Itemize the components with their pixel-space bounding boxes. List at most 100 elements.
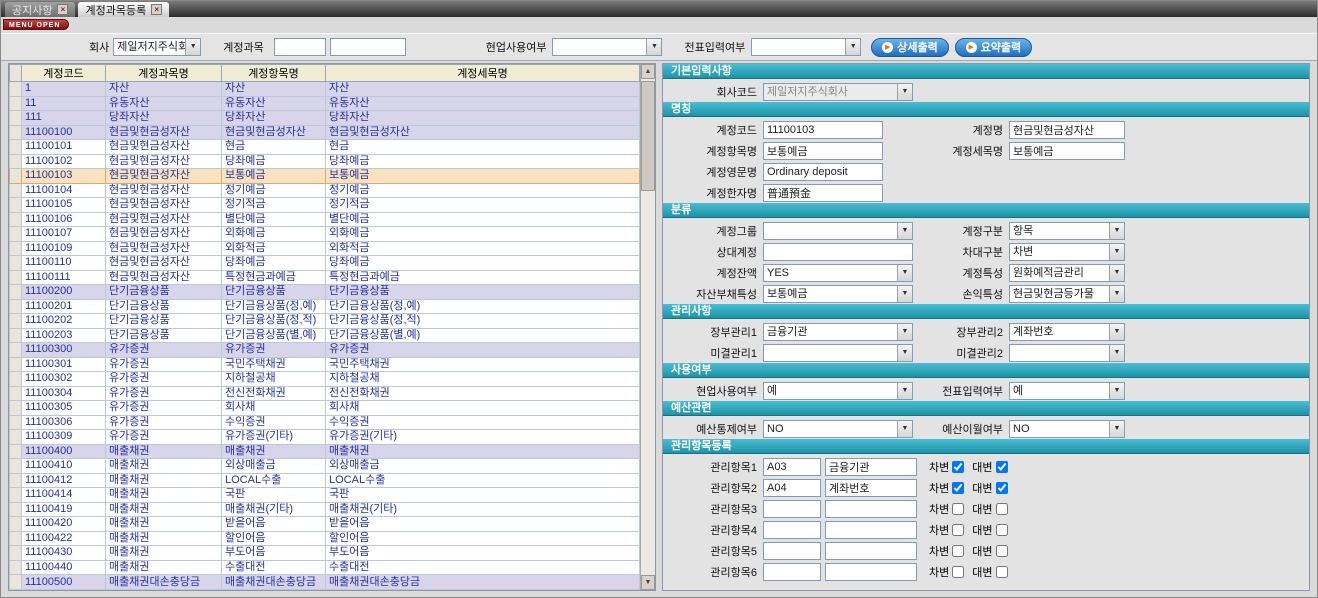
credit-checkbox[interactable] bbox=[996, 461, 1008, 473]
row-selector[interactable] bbox=[10, 517, 22, 532]
row-selector[interactable] bbox=[10, 314, 22, 329]
tab-notice[interactable]: 공지사항 × bbox=[5, 2, 75, 17]
slip-use-select[interactable]: ▼ bbox=[751, 38, 861, 56]
mgmt-item5-code-input[interactable] bbox=[763, 542, 821, 560]
company-select[interactable]: 제일저지주식회사 ▼ bbox=[113, 38, 201, 56]
table-row[interactable]: 11100430매출채권부도어음부도어음 bbox=[10, 546, 640, 561]
row-selector[interactable] bbox=[10, 169, 22, 184]
table-row[interactable]: 11유동자산유동자산유동자산 bbox=[10, 96, 640, 111]
table-row[interactable]: 11100203단기금융상품단기금융상품(별,예)단기금융상품(별,예) bbox=[10, 328, 640, 343]
table-row[interactable]: 11100109현금및현금성자산외화적금외화적금 bbox=[10, 241, 640, 256]
row-selector[interactable] bbox=[10, 183, 22, 198]
account-trait-select[interactable]: 원화예적금관리 ▼ bbox=[1009, 264, 1125, 282]
mgmt-item6-name-input[interactable] bbox=[825, 563, 917, 581]
table-row[interactable]: 11100301유가증권국민주택채권국민주택채권 bbox=[10, 357, 640, 372]
account-name-input[interactable] bbox=[330, 38, 406, 56]
table-row[interactable]: 11100414매출채권국판국판 bbox=[10, 488, 640, 503]
row-selector[interactable] bbox=[10, 473, 22, 488]
table-row[interactable]: 1자산자산자산 bbox=[10, 82, 640, 97]
budget-control-select[interactable]: NO ▼ bbox=[763, 420, 913, 438]
row-selector[interactable] bbox=[10, 459, 22, 474]
table-row[interactable]: 11100412매출채권LOCAL수출LOCAL수출 bbox=[10, 473, 640, 488]
table-row[interactable]: 11100302유가증권지하철공채지하철공채 bbox=[10, 372, 640, 387]
debit-checkbox[interactable] bbox=[952, 503, 964, 515]
field-use-detail-select[interactable]: 예 ▼ bbox=[763, 382, 913, 400]
summary-print-button[interactable]: ▶ 요약출력 bbox=[955, 38, 1032, 57]
field-use-select[interactable]: ▼ bbox=[552, 38, 662, 56]
table-row[interactable]: 11100103현금및현금성자산보통예금보통예금 bbox=[10, 169, 640, 184]
row-selector[interactable] bbox=[10, 372, 22, 387]
table-row[interactable]: 11100110현금및현금성자산당좌예금당좌예금 bbox=[10, 256, 640, 271]
table-row[interactable]: 11100107현금및현금성자산외화예금외화예금 bbox=[10, 227, 640, 242]
row-selector[interactable] bbox=[10, 256, 22, 271]
account-name-field[interactable] bbox=[1009, 121, 1125, 139]
row-selector[interactable] bbox=[10, 111, 22, 126]
scrollbar-track[interactable] bbox=[641, 79, 655, 575]
table-row[interactable]: 11100500매출채권대손충당금매출채권대손충당금매출채권대손충당금 bbox=[10, 575, 640, 590]
row-selector[interactable] bbox=[10, 531, 22, 546]
table-row[interactable]: 11100304유가증권전신전화채권전신전화채권 bbox=[10, 386, 640, 401]
contra-account-field[interactable] bbox=[763, 243, 913, 261]
close-icon[interactable]: × bbox=[151, 4, 162, 15]
row-selector[interactable] bbox=[10, 154, 22, 169]
row-selector[interactable] bbox=[10, 488, 22, 503]
asset-liability-trait-select[interactable]: 보통예금 ▼ bbox=[763, 285, 913, 303]
row-selector[interactable] bbox=[10, 241, 22, 256]
account-type-select[interactable]: 항목 ▼ bbox=[1009, 222, 1125, 240]
scrollbar-thumb[interactable] bbox=[641, 81, 655, 191]
row-selector[interactable] bbox=[10, 401, 22, 416]
budget-carryover-select[interactable]: NO ▼ bbox=[1009, 420, 1125, 438]
row-selector[interactable] bbox=[10, 96, 22, 111]
mgmt-item5-name-input[interactable] bbox=[825, 542, 917, 560]
vertical-scrollbar[interactable]: ▲ ▼ bbox=[640, 64, 655, 590]
table-row[interactable]: 11100306유가증권수익증권수익증권 bbox=[10, 415, 640, 430]
mgmt-item4-code-input[interactable] bbox=[763, 521, 821, 539]
table-row[interactable]: 11100105현금및현금성자산정기적금정기적금 bbox=[10, 198, 640, 213]
tab-account-registration[interactable]: 계정과목등록 × bbox=[78, 2, 169, 17]
table-row[interactable]: 11100400매출채권매출채권매출채권 bbox=[10, 444, 640, 459]
detail-print-button[interactable]: ▶ 상세출력 bbox=[871, 38, 948, 57]
row-selector[interactable] bbox=[10, 546, 22, 561]
row-selector[interactable] bbox=[10, 415, 22, 430]
account-code-input[interactable] bbox=[274, 38, 326, 56]
debit-checkbox[interactable] bbox=[952, 566, 964, 578]
mgmt-item4-name-input[interactable] bbox=[825, 521, 917, 539]
table-row[interactable]: 11100419매출채권매출채권(기타)매출채권(기타) bbox=[10, 502, 640, 517]
debit-checkbox[interactable] bbox=[952, 545, 964, 557]
table-row[interactable]: 11100106현금및현금성자산별단예금별단예금 bbox=[10, 212, 640, 227]
open-mgmt1-select[interactable]: ▼ bbox=[763, 344, 913, 362]
slip-use-detail-select[interactable]: 예 ▼ bbox=[1009, 382, 1125, 400]
account-balance-select[interactable]: YES ▼ bbox=[763, 264, 913, 282]
debit-checkbox[interactable] bbox=[952, 524, 964, 536]
row-selector[interactable] bbox=[10, 140, 22, 155]
open-mgmt2-select[interactable]: ▼ bbox=[1009, 344, 1125, 362]
row-selector[interactable] bbox=[10, 560, 22, 575]
row-selector[interactable] bbox=[10, 82, 22, 97]
row-selector[interactable] bbox=[10, 386, 22, 401]
account-code-field[interactable] bbox=[763, 121, 883, 139]
account-item-field[interactable] bbox=[763, 142, 883, 160]
row-selector[interactable] bbox=[10, 198, 22, 213]
credit-checkbox[interactable] bbox=[996, 566, 1008, 578]
row-selector[interactable] bbox=[10, 328, 22, 343]
row-selector[interactable] bbox=[10, 125, 22, 140]
table-row[interactable]: 11100309유가증권유가증권(기타)유가증권(기타) bbox=[10, 430, 640, 445]
scroll-up-icon[interactable]: ▲ bbox=[641, 64, 655, 79]
table-row[interactable]: 11100410매출채권외상매출금외상매출금 bbox=[10, 459, 640, 474]
row-selector[interactable] bbox=[10, 270, 22, 285]
row-selector[interactable] bbox=[10, 227, 22, 242]
account-english-field[interactable] bbox=[763, 163, 883, 181]
debit-credit-select[interactable]: 차변 ▼ bbox=[1009, 243, 1125, 261]
account-hanja-field[interactable] bbox=[763, 184, 883, 202]
table-row[interactable]: 11100111현금및현금성자산특정현금과예금특정현금과예금 bbox=[10, 270, 640, 285]
row-selector[interactable] bbox=[10, 430, 22, 445]
row-selector[interactable] bbox=[10, 444, 22, 459]
row-selector[interactable] bbox=[10, 357, 22, 372]
row-selector[interactable] bbox=[10, 343, 22, 358]
mgmt-item2-code-input[interactable] bbox=[763, 479, 821, 497]
table-row[interactable]: 11100305유가증권회사채회사채 bbox=[10, 401, 640, 416]
row-selector[interactable] bbox=[10, 502, 22, 517]
mgmt-item3-name-input[interactable] bbox=[825, 500, 917, 518]
mgmt-item1-code-input[interactable] bbox=[763, 458, 821, 476]
row-selector[interactable] bbox=[10, 212, 22, 227]
